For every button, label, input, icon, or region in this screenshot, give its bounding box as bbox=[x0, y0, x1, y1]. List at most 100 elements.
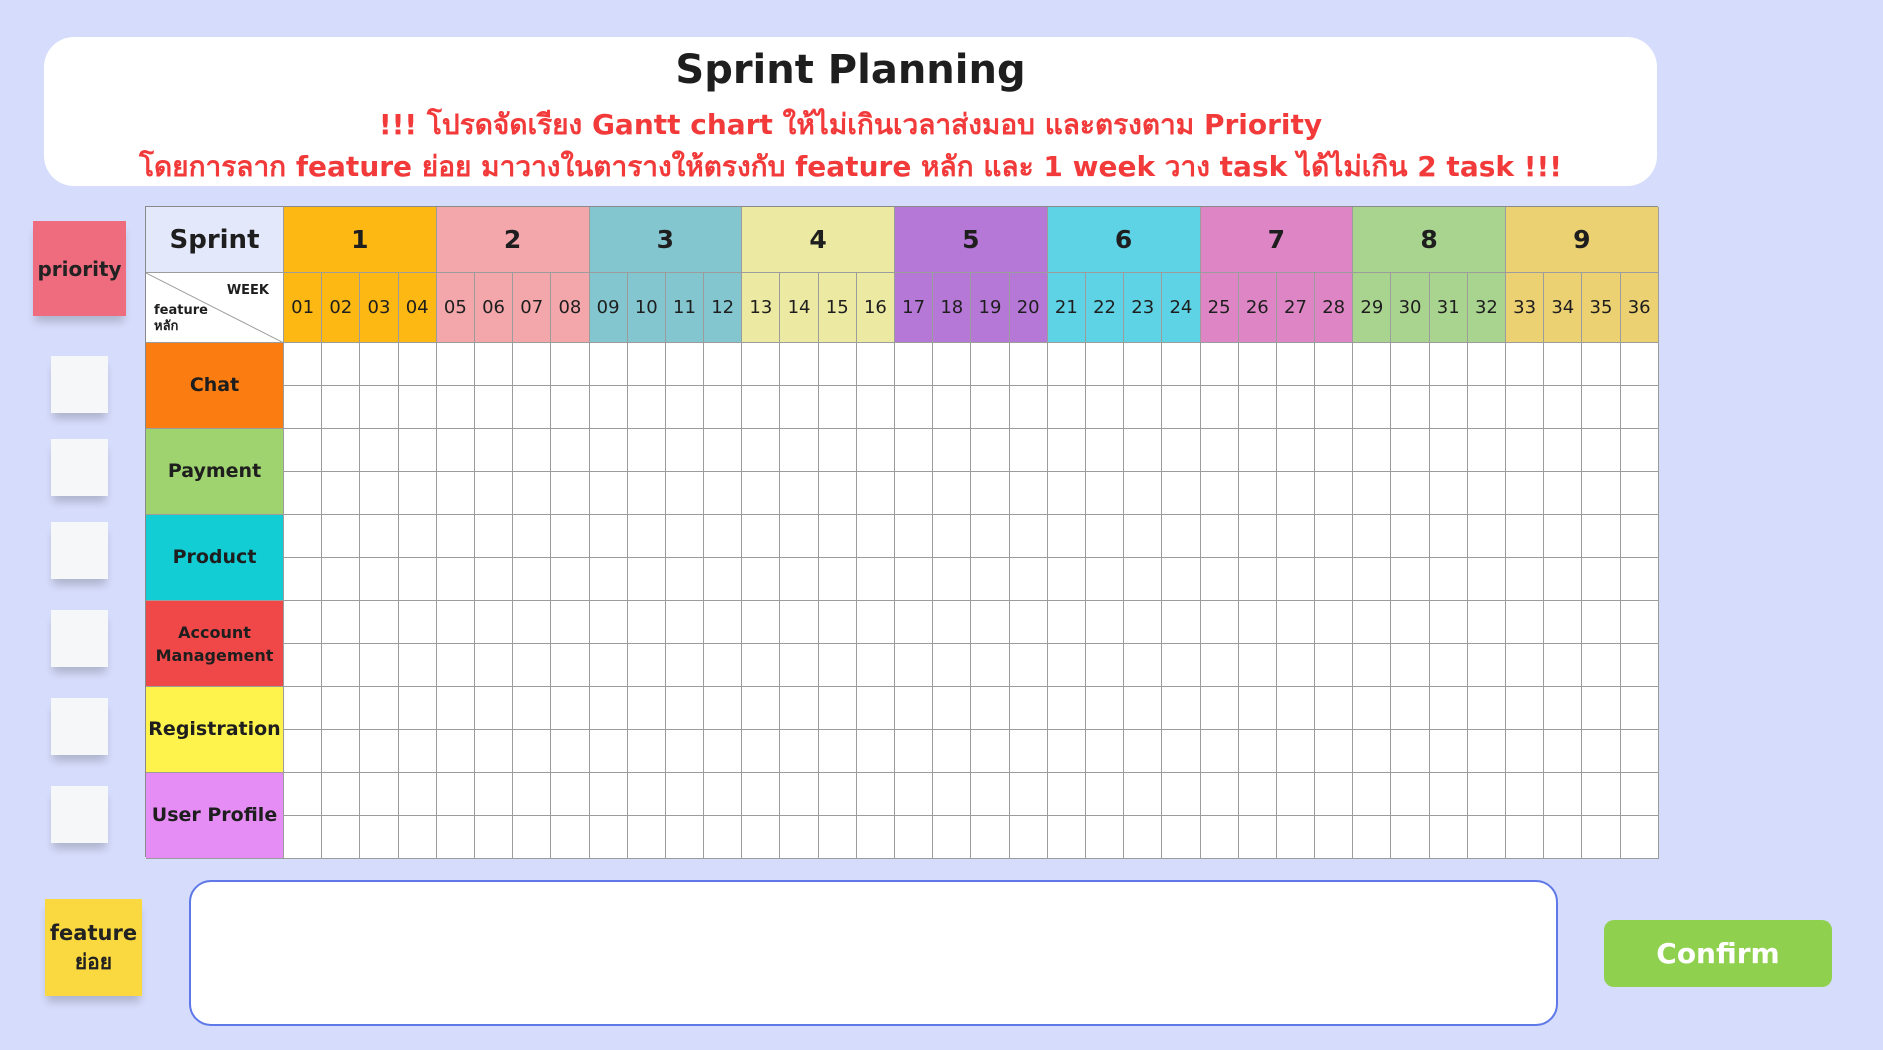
grid-cell[interactable] bbox=[1429, 515, 1468, 558]
grid-cell[interactable] bbox=[780, 773, 819, 816]
grid-cell[interactable] bbox=[1200, 687, 1239, 730]
grid-cell[interactable] bbox=[1085, 558, 1125, 601]
grid-cell[interactable] bbox=[1238, 472, 1277, 515]
grid-cell[interactable] bbox=[436, 472, 475, 515]
grid-cell[interactable] bbox=[1124, 730, 1163, 773]
grid-cell[interactable] bbox=[1124, 472, 1163, 515]
grid-cell[interactable] bbox=[665, 644, 705, 687]
grid-cell[interactable] bbox=[1085, 429, 1125, 472]
grid-cell[interactable] bbox=[1124, 515, 1163, 558]
grid-cell[interactable] bbox=[971, 558, 1010, 601]
grid-cell[interactable] bbox=[360, 472, 399, 515]
grid-cell[interactable] bbox=[933, 816, 972, 859]
grid-cell[interactable] bbox=[1391, 429, 1430, 472]
grid-cell[interactable] bbox=[1544, 773, 1583, 816]
grid-cell[interactable] bbox=[933, 687, 972, 730]
grid-cell[interactable] bbox=[1162, 601, 1201, 644]
grid-cell[interactable] bbox=[589, 816, 628, 859]
grid-cell[interactable] bbox=[971, 816, 1010, 859]
grid-cell[interactable] bbox=[1124, 601, 1163, 644]
grid-cell[interactable] bbox=[933, 343, 972, 386]
grid-cell[interactable] bbox=[971, 687, 1010, 730]
grid-cell[interactable] bbox=[856, 386, 895, 429]
grid-cell[interactable] bbox=[1582, 816, 1621, 859]
grid-cell[interactable] bbox=[1276, 386, 1316, 429]
grid-cell[interactable] bbox=[360, 730, 399, 773]
grid-cell[interactable] bbox=[818, 644, 857, 687]
grid-cell[interactable] bbox=[360, 687, 399, 730]
grid-cell[interactable] bbox=[1315, 773, 1354, 816]
grid-cell[interactable] bbox=[360, 429, 399, 472]
grid-cell[interactable] bbox=[551, 601, 590, 644]
grid-cell[interactable] bbox=[360, 773, 399, 816]
grid-cell[interactable] bbox=[1467, 386, 1506, 429]
grid-cell[interactable] bbox=[474, 472, 514, 515]
grid-cell[interactable] bbox=[742, 343, 781, 386]
grid-cell[interactable] bbox=[398, 644, 437, 687]
grid-cell[interactable] bbox=[818, 515, 857, 558]
grid-cell[interactable] bbox=[1315, 515, 1354, 558]
grid-cell[interactable] bbox=[856, 773, 895, 816]
grid-cell[interactable] bbox=[895, 515, 934, 558]
grid-cell[interactable] bbox=[704, 730, 743, 773]
grid-cell[interactable] bbox=[1467, 644, 1506, 687]
grid-cell[interactable] bbox=[1544, 515, 1583, 558]
grid-cell[interactable] bbox=[1429, 558, 1468, 601]
grid-cell[interactable] bbox=[627, 515, 666, 558]
grid-cell[interactable] bbox=[551, 816, 590, 859]
grid-cell[interactable] bbox=[742, 816, 781, 859]
grid-cell[interactable] bbox=[1009, 816, 1048, 859]
grid-cell[interactable] bbox=[1429, 816, 1468, 859]
grid-cell[interactable] bbox=[704, 644, 743, 687]
grid-cell[interactable] bbox=[1506, 386, 1545, 429]
grid-cell[interactable] bbox=[1276, 343, 1316, 386]
grid-cell[interactable] bbox=[1544, 343, 1583, 386]
grid-cell[interactable] bbox=[895, 687, 934, 730]
grid-cell[interactable] bbox=[1544, 386, 1583, 429]
grid-cell[interactable] bbox=[284, 515, 323, 558]
grid-cell[interactable] bbox=[1620, 730, 1659, 773]
grid-cell[interactable] bbox=[1506, 730, 1545, 773]
grid-cell[interactable] bbox=[856, 558, 895, 601]
grid-cell[interactable] bbox=[665, 343, 705, 386]
grid-cell[interactable] bbox=[360, 644, 399, 687]
grid-cell[interactable] bbox=[513, 515, 552, 558]
grid-cell[interactable] bbox=[971, 429, 1010, 472]
grid-cell[interactable] bbox=[1238, 515, 1277, 558]
grid-cell[interactable] bbox=[818, 816, 857, 859]
grid-cell[interactable] bbox=[589, 429, 628, 472]
grid-cell[interactable] bbox=[1391, 773, 1430, 816]
grid-cell[interactable] bbox=[971, 515, 1010, 558]
grid-cell[interactable] bbox=[398, 730, 437, 773]
confirm-button[interactable]: Confirm bbox=[1604, 920, 1832, 987]
grid-cell[interactable] bbox=[436, 558, 475, 601]
grid-cell[interactable] bbox=[1200, 558, 1239, 601]
grid-cell[interactable] bbox=[895, 343, 934, 386]
grid-cell[interactable] bbox=[933, 515, 972, 558]
grid-cell[interactable] bbox=[1353, 816, 1392, 859]
grid-cell[interactable] bbox=[1047, 429, 1086, 472]
grid-cell[interactable] bbox=[818, 343, 857, 386]
grid-cell[interactable] bbox=[551, 644, 590, 687]
grid-cell[interactable] bbox=[1047, 773, 1086, 816]
grid-cell[interactable] bbox=[398, 601, 437, 644]
grid-cell[interactable] bbox=[1162, 687, 1201, 730]
grid-cell[interactable] bbox=[1124, 687, 1163, 730]
grid-cell[interactable] bbox=[1582, 687, 1621, 730]
grid-cell[interactable] bbox=[398, 558, 437, 601]
grid-cell[interactable] bbox=[1506, 644, 1545, 687]
grid-cell[interactable] bbox=[1429, 644, 1468, 687]
grid-cell[interactable] bbox=[933, 386, 972, 429]
grid-cell[interactable] bbox=[360, 601, 399, 644]
grid-cell[interactable] bbox=[1124, 429, 1163, 472]
grid-cell[interactable] bbox=[665, 601, 705, 644]
grid-cell[interactable] bbox=[284, 816, 323, 859]
grid-cell[interactable] bbox=[589, 601, 628, 644]
grid-cell[interactable] bbox=[284, 472, 323, 515]
grid-cell[interactable] bbox=[665, 429, 705, 472]
grid-cell[interactable] bbox=[1429, 343, 1468, 386]
grid-cell[interactable] bbox=[322, 816, 361, 859]
grid-cell[interactable] bbox=[1620, 601, 1659, 644]
grid-cell[interactable] bbox=[1353, 687, 1392, 730]
grid-cell[interactable] bbox=[856, 515, 895, 558]
